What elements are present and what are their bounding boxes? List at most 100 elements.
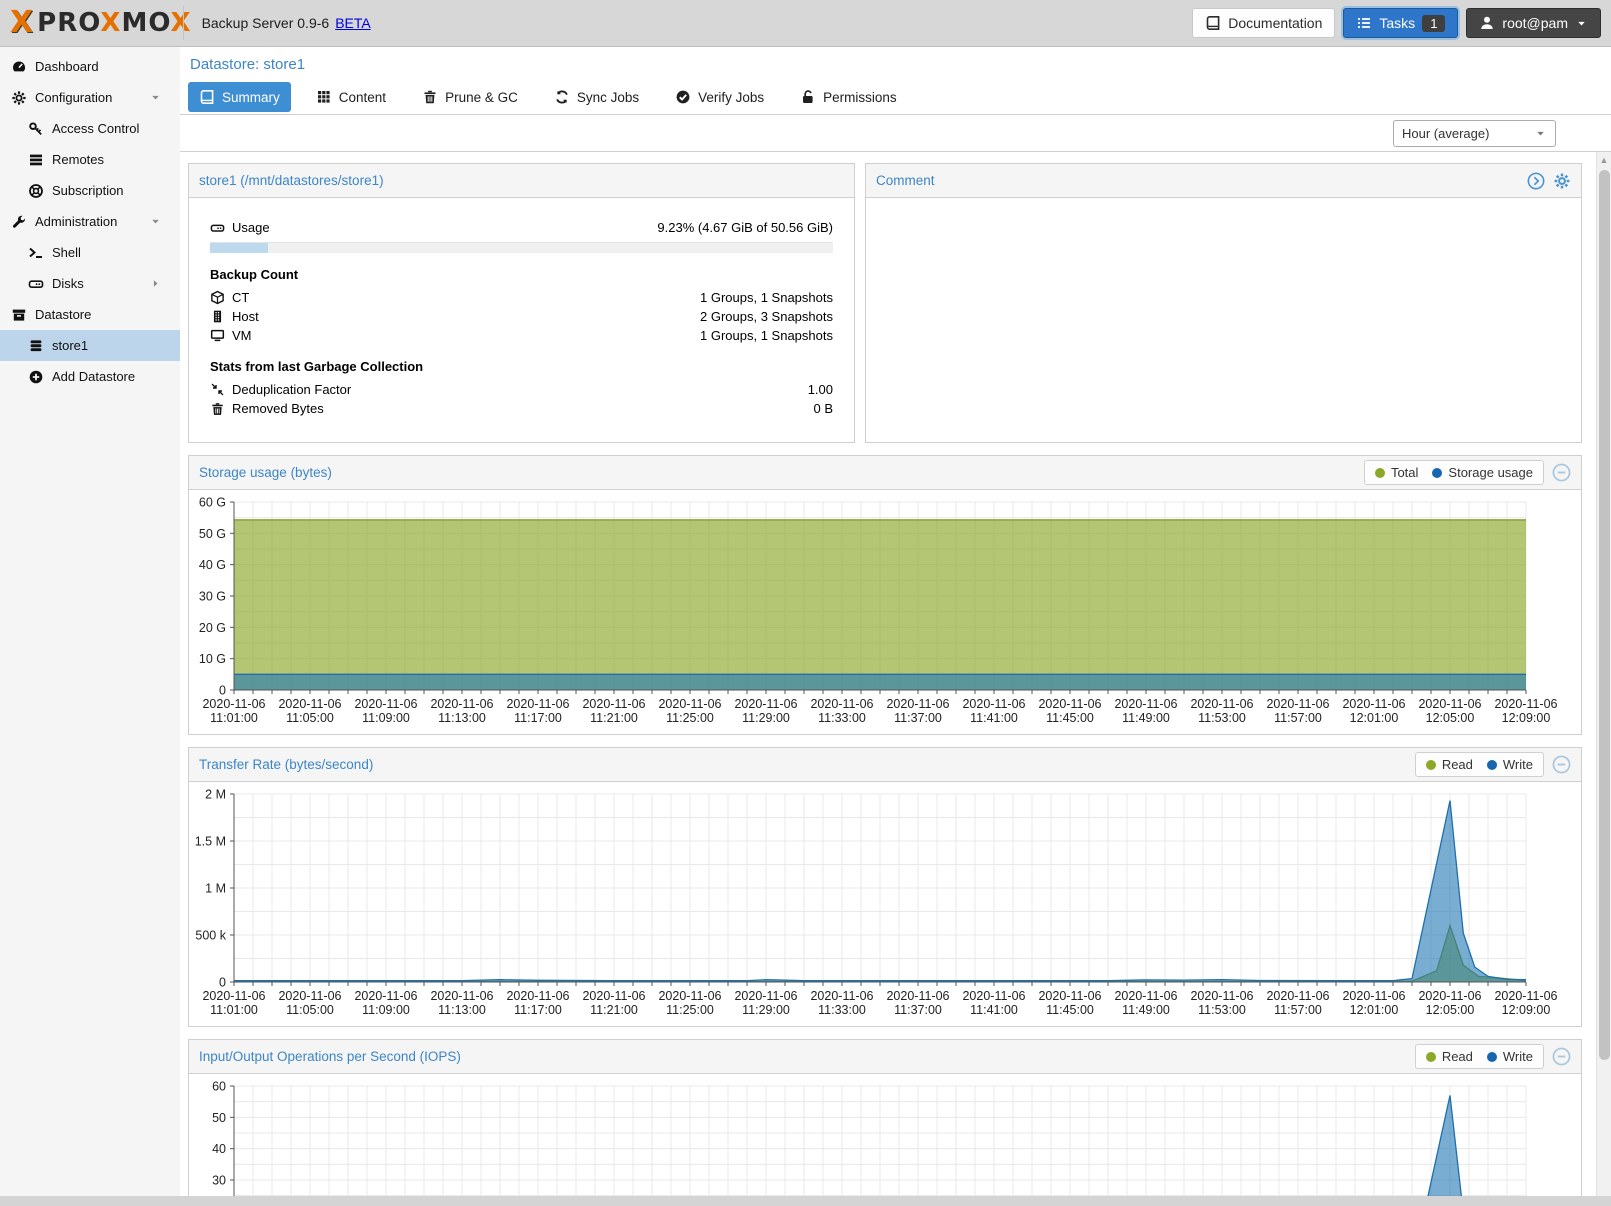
sidebar-item-disks[interactable]: Disks xyxy=(0,268,180,299)
stat-value: 0 B xyxy=(813,401,833,416)
sidebar-item-access-control[interactable]: Access Control xyxy=(0,113,180,144)
svg-text:11:09:00: 11:09:00 xyxy=(362,711,410,725)
scroll-up-arrow[interactable]: ▲ xyxy=(1597,152,1611,168)
legend-item-storage-usage[interactable]: Storage usage xyxy=(1432,465,1533,480)
svg-text:11:33:00: 11:33:00 xyxy=(818,711,866,725)
sidebar-item-add-datastore[interactable]: Add Datastore xyxy=(0,361,180,392)
chart-svg: 010 G20 G30 G40 G50 G60 G2020-11-0611:01… xyxy=(189,490,1577,734)
stat-value: 1 Groups, 1 Snapshots xyxy=(700,328,833,343)
svg-text:11:45:00: 11:45:00 xyxy=(1046,711,1094,725)
stat-label: CT xyxy=(232,290,249,305)
tab-label: Permissions xyxy=(823,90,897,105)
svg-text:2020-11-06: 2020-11-06 xyxy=(354,697,417,711)
svg-text:2020-11-06: 2020-11-06 xyxy=(886,989,949,1003)
user-label: root@pam xyxy=(1502,15,1568,31)
top-bar: X PROXMOX Backup Server 0.9-6 BETA Docum… xyxy=(0,0,1611,47)
svg-text:2020-11-06: 2020-11-06 xyxy=(1494,697,1557,711)
stat-value: 1.00 xyxy=(808,382,833,397)
svg-text:11:13:00: 11:13:00 xyxy=(438,1003,486,1017)
legend-item-write[interactable]: Write xyxy=(1487,1049,1533,1064)
tab-label: Verify Jobs xyxy=(698,90,764,105)
chart-title: Transfer Rate (bytes/second) xyxy=(199,757,373,772)
stat-value: 2 Groups, 3 Snapshots xyxy=(700,309,833,324)
documentation-button[interactable]: Documentation xyxy=(1192,8,1335,38)
sidebar-item-dashboard[interactable]: Dashboard xyxy=(0,51,180,82)
minus-circle-icon[interactable] xyxy=(1552,463,1571,482)
sidebar-item-label: Access Control xyxy=(52,121,139,136)
svg-text:2020-11-06: 2020-11-06 xyxy=(962,989,1025,1003)
iops-chart-panel: Input/Output Operations per Second (IOPS… xyxy=(188,1039,1582,1196)
svg-text:2020-11-06: 2020-11-06 xyxy=(582,697,645,711)
header-divider xyxy=(183,6,184,40)
legend-dot xyxy=(1375,468,1385,478)
legend-item-write[interactable]: Write xyxy=(1487,757,1533,772)
sidebar-item-label: Disks xyxy=(52,276,84,291)
product-name: Backup Server 0.9-6 xyxy=(202,15,330,31)
svg-text:2020-11-06: 2020-11-06 xyxy=(1418,989,1481,1003)
svg-text:2020-11-06: 2020-11-06 xyxy=(1038,697,1101,711)
svg-text:11:37:00: 11:37:00 xyxy=(894,711,942,725)
legend-item-read[interactable]: Read xyxy=(1426,757,1473,772)
timeframe-select[interactable]: Hour (average) xyxy=(1393,120,1556,147)
sidebar-item-datastore[interactable]: Datastore xyxy=(0,299,180,330)
legend-item-read[interactable]: Read xyxy=(1426,1049,1473,1064)
svg-text:11:05:00: 11:05:00 xyxy=(286,711,334,725)
svg-text:1.5 M: 1.5 M xyxy=(195,835,226,849)
chevron-down-icon xyxy=(1534,127,1547,140)
svg-text:2020-11-06: 2020-11-06 xyxy=(1114,697,1177,711)
comment-panel-title: Comment xyxy=(876,173,935,188)
user-menu-button[interactable]: root@pam xyxy=(1466,8,1601,38)
sync-icon xyxy=(554,89,570,105)
stat-value: 1 Groups, 1 Snapshots xyxy=(700,290,833,305)
tab-permissions[interactable]: Permissions xyxy=(789,82,908,112)
sidebar-item-label: Administration xyxy=(35,214,117,229)
legend-label: Write xyxy=(1503,1049,1533,1064)
sidebar-item-shell[interactable]: Shell xyxy=(0,237,180,268)
svg-text:50 G: 50 G xyxy=(199,527,226,541)
unlock-icon xyxy=(800,89,816,105)
svg-text:0: 0 xyxy=(219,684,226,698)
scrollbar-thumb[interactable] xyxy=(1599,170,1610,1060)
beta-link[interactable]: BETA xyxy=(335,15,371,31)
tab-sync-jobs[interactable]: Sync Jobs xyxy=(543,82,650,112)
svg-text:2020-11-06: 2020-11-06 xyxy=(1038,989,1101,1003)
sidebar-item-label: Subscription xyxy=(52,183,124,198)
sidebar-item-configuration[interactable]: Configuration xyxy=(0,82,180,113)
sidebar-item-label: Remotes xyxy=(52,152,104,167)
sidebar-item-store1[interactable]: store1 xyxy=(0,330,180,361)
content-area: store1 (/mnt/datastores/store1) Usage 9.… xyxy=(180,152,1611,1196)
tab-content[interactable]: Content xyxy=(305,82,397,112)
legend-item-total[interactable]: Total xyxy=(1375,465,1418,480)
legend-label: Write xyxy=(1503,757,1533,772)
sidebar-item-label: Dashboard xyxy=(35,59,99,74)
chevron-right-circle-icon[interactable] xyxy=(1527,172,1545,190)
proxmox-x-icon: X xyxy=(10,8,31,38)
sidebar-item-administration[interactable]: Administration xyxy=(0,206,180,237)
legend-dot xyxy=(1432,468,1442,478)
minus-circle-icon[interactable] xyxy=(1552,755,1571,774)
legend-dot xyxy=(1487,1052,1497,1062)
comment-panel: Comment xyxy=(865,163,1582,443)
svg-text:11:37:00: 11:37:00 xyxy=(894,1003,942,1017)
brand-wordmark: PROXMOX xyxy=(37,10,191,36)
svg-text:11:45:00: 11:45:00 xyxy=(1046,1003,1094,1017)
svg-text:11:05:00: 11:05:00 xyxy=(286,1003,334,1017)
svg-text:2020-11-06: 2020-11-06 xyxy=(810,989,873,1003)
svg-text:11:49:00: 11:49:00 xyxy=(1122,1003,1170,1017)
wrench-icon xyxy=(10,214,27,230)
sidebar-item-subscription[interactable]: Subscription xyxy=(0,175,180,206)
trash-icon xyxy=(422,89,438,105)
chart-title: Input/Output Operations per Second (IOPS… xyxy=(199,1049,461,1064)
tab-verify-jobs[interactable]: Verify Jobs xyxy=(664,82,775,112)
sidebar-item-remotes[interactable]: Remotes xyxy=(0,144,180,175)
legend-dot xyxy=(1426,1052,1436,1062)
tab-prune-gc[interactable]: Prune & GC xyxy=(411,82,529,112)
svg-text:12:09:00: 12:09:00 xyxy=(1502,711,1551,725)
tab-summary[interactable]: Summary xyxy=(188,82,291,112)
svg-text:2020-11-06: 2020-11-06 xyxy=(962,697,1025,711)
gear-icon[interactable] xyxy=(1553,172,1571,190)
svg-text:11:25:00: 11:25:00 xyxy=(666,1003,714,1017)
minus-circle-icon[interactable] xyxy=(1552,1047,1571,1066)
vertical-scrollbar[interactable]: ▲ xyxy=(1596,152,1611,1196)
tasks-button[interactable]: Tasks 1 xyxy=(1343,8,1458,38)
